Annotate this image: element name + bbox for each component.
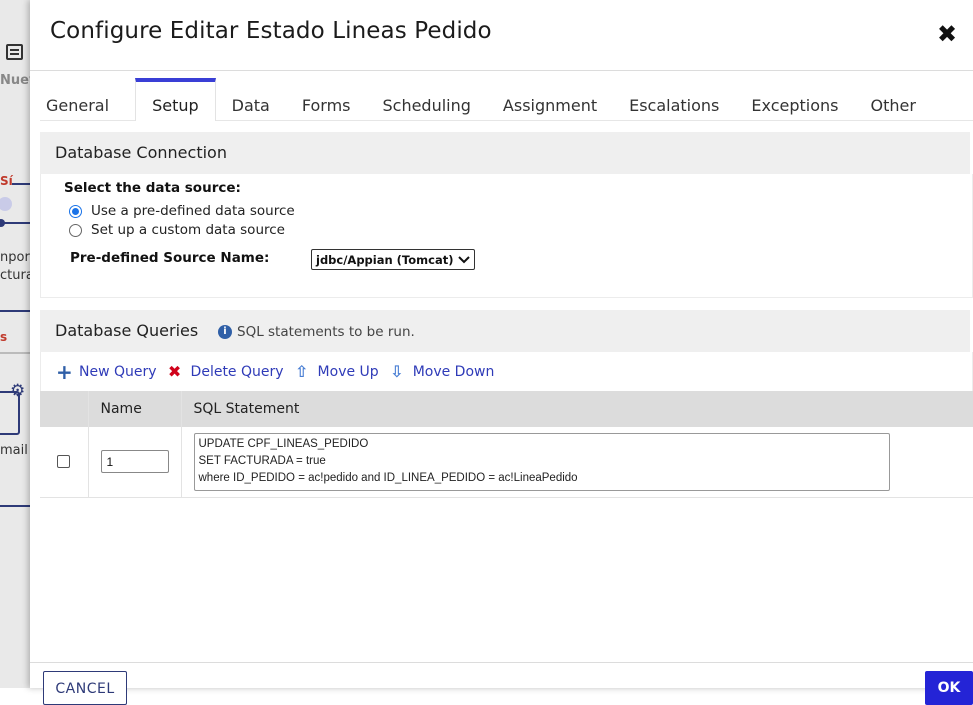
bg-connector bbox=[12, 183, 30, 185]
select-column-header bbox=[40, 391, 88, 427]
arrow-down-icon: ⇩ bbox=[389, 362, 404, 381]
background-app: Nuev Sí npor ctura s ⚙ mail bbox=[0, 0, 30, 688]
source-name-value: jdbc/Appian (Tomcat) bbox=[316, 252, 454, 267]
query-name-input[interactable] bbox=[100, 450, 169, 474]
dialog-title: Configure Editar Estado Lineas Pedido bbox=[50, 18, 492, 44]
new-query-button[interactable]: + New Query bbox=[56, 360, 157, 384]
new-query-label: New Query bbox=[79, 364, 157, 380]
cancel-button[interactable]: CANCEL bbox=[43, 671, 127, 705]
close-icon[interactable]: ✖ bbox=[935, 20, 959, 48]
bg-text-nuev: Nuev bbox=[0, 73, 30, 88]
ok-button[interactable]: OK bbox=[925, 671, 973, 705]
db-connection-panel: Select the data source: Use a pre-define… bbox=[40, 174, 973, 298]
tab-general[interactable]: General bbox=[40, 78, 125, 120]
info-icon: i bbox=[218, 325, 232, 339]
radio-custom-label: Set up a custom data source bbox=[91, 222, 285, 238]
bg-divider bbox=[0, 310, 30, 312]
tab-data[interactable]: Data bbox=[226, 78, 286, 120]
bg-text-s: s bbox=[0, 330, 8, 344]
db-queries-header: Database Queries i SQL statements to be … bbox=[40, 310, 970, 352]
db-queries-title: Database Queries bbox=[55, 321, 199, 340]
queries-table: Name SQL Statement UPDATE CPF_LINEAS_PED… bbox=[40, 391, 973, 498]
tab-setup[interactable]: Setup bbox=[135, 78, 216, 121]
move-down-button[interactable]: ⇩ Move Down bbox=[389, 362, 495, 381]
move-down-label: Move Down bbox=[412, 364, 495, 380]
source-name-label: Pre-defined Source Name: bbox=[70, 250, 270, 266]
title-divider bbox=[30, 70, 973, 71]
bg-divider bbox=[0, 352, 30, 354]
info-text: SQL statements to be run. bbox=[237, 324, 415, 340]
delete-icon: ✖ bbox=[167, 362, 182, 381]
source-name-select[interactable]: jdbc/Appian (Tomcat) bbox=[311, 249, 475, 270]
row-select-cell bbox=[40, 427, 88, 498]
footer-divider bbox=[30, 662, 973, 663]
delete-query-label: Delete Query bbox=[190, 364, 284, 380]
configure-dialog: Configure Editar Estado Lineas Pedido ✖ … bbox=[30, 0, 973, 705]
move-up-button[interactable]: ⇧ Move Up bbox=[294, 362, 379, 381]
bg-text-ctura: ctura bbox=[0, 268, 30, 283]
db-queries-info: i SQL statements to be run. bbox=[218, 324, 415, 340]
sql-column-header: SQL Statement bbox=[180, 391, 973, 427]
radio-predefined-source[interactable]: Use a pre-defined data source bbox=[69, 203, 295, 219]
bg-node bbox=[0, 219, 5, 227]
row-checkbox[interactable] bbox=[57, 455, 70, 469]
tab-bar: General Setup Data Forms Scheduling Assi… bbox=[40, 78, 973, 121]
sql-statement-input[interactable]: UPDATE CPF_LINEAS_PEDIDO SET FACTURADA =… bbox=[193, 432, 890, 491]
radio-custom-source[interactable]: Set up a custom data source bbox=[69, 222, 285, 238]
db-connection-title: Database Connection bbox=[55, 143, 227, 162]
plus-icon: + bbox=[56, 360, 73, 384]
bg-node-box bbox=[0, 391, 20, 435]
radio-predefined-label: Use a pre-defined data source bbox=[91, 203, 295, 219]
tab-assignment[interactable]: Assignment bbox=[497, 78, 613, 120]
delete-query-button[interactable]: ✖ Delete Query bbox=[167, 362, 284, 381]
bg-text-npor: npor bbox=[0, 250, 30, 265]
bg-divider bbox=[0, 505, 30, 507]
db-connection-header: Database Connection bbox=[40, 132, 970, 174]
bg-link-icon bbox=[0, 197, 12, 211]
row-sql-cell: UPDATE CPF_LINEAS_PEDIDO SET FACTURADA =… bbox=[180, 427, 973, 498]
table-row: UPDATE CPF_LINEAS_PEDIDO SET FACTURADA =… bbox=[40, 427, 973, 498]
arrow-up-icon: ⇧ bbox=[294, 362, 309, 381]
tab-scheduling[interactable]: Scheduling bbox=[376, 78, 486, 120]
tab-forms[interactable]: Forms bbox=[296, 78, 367, 120]
table-header-row: Name SQL Statement bbox=[40, 391, 973, 427]
name-column-header: Name bbox=[87, 391, 181, 427]
bg-text-mail: mail bbox=[0, 443, 28, 458]
row-name-cell bbox=[87, 427, 181, 498]
move-up-label: Move Up bbox=[317, 364, 379, 380]
radio-unchecked-icon[interactable] bbox=[69, 223, 82, 237]
radio-checked-icon[interactable] bbox=[69, 204, 82, 218]
list-icon[interactable] bbox=[6, 44, 23, 60]
tab-escalations[interactable]: Escalations bbox=[623, 78, 735, 120]
bg-text-si: Sí bbox=[0, 174, 13, 188]
data-source-label: Select the data source: bbox=[64, 180, 241, 196]
queries-toolbar: + New Query ✖ Delete Query ⇧ Move Up ⇩ M… bbox=[40, 352, 973, 392]
tab-other[interactable]: Other bbox=[864, 78, 931, 120]
chevron-down-icon bbox=[458, 255, 470, 263]
tab-exceptions[interactable]: Exceptions bbox=[745, 78, 854, 120]
